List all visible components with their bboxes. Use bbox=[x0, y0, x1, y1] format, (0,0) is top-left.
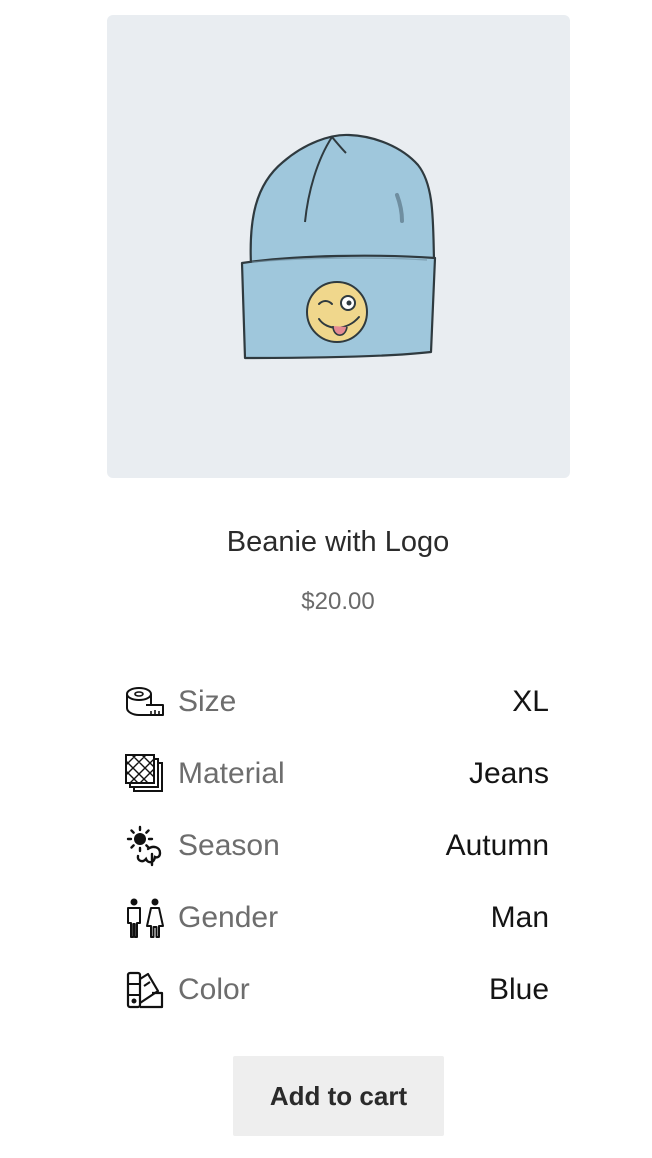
product-title[interactable]: Beanie with Logo bbox=[0, 522, 652, 562]
attribute-label: Material bbox=[178, 757, 285, 790]
attribute-label: Gender bbox=[178, 901, 279, 934]
beanie-image bbox=[240, 133, 437, 360]
product-price: $20.00 bbox=[301, 588, 375, 615]
product-attributes: Size XL Material Jeans Season Autumn Gen… bbox=[124, 666, 549, 1026]
attribute-value: Man bbox=[490, 901, 549, 934]
attribute-row-material: Material Jeans bbox=[124, 738, 549, 810]
attribute-value: Jeans bbox=[468, 757, 549, 790]
gender-icon bbox=[124, 896, 168, 940]
attribute-row-gender: Gender Man bbox=[124, 882, 549, 954]
attribute-label: Color bbox=[178, 973, 250, 1006]
attribute-value: XL bbox=[512, 685, 549, 718]
season-icon bbox=[124, 824, 168, 868]
attribute-row-size: Size XL bbox=[124, 666, 549, 738]
attribute-value: Blue bbox=[488, 973, 549, 1006]
attribute-label: Size bbox=[178, 685, 237, 718]
attribute-label: Season bbox=[178, 829, 280, 862]
attribute-row-color: Color Blue bbox=[124, 954, 549, 1026]
color-palette-icon bbox=[124, 968, 168, 1012]
attribute-row-season: Season Autumn bbox=[124, 810, 549, 882]
attribute-value: Autumn bbox=[445, 829, 549, 862]
add-to-cart-button[interactable]: Add to cart bbox=[233, 1056, 444, 1136]
fabric-swatch-icon bbox=[124, 752, 168, 796]
product-image[interactable] bbox=[107, 15, 570, 478]
measuring-tape-icon bbox=[124, 680, 168, 724]
